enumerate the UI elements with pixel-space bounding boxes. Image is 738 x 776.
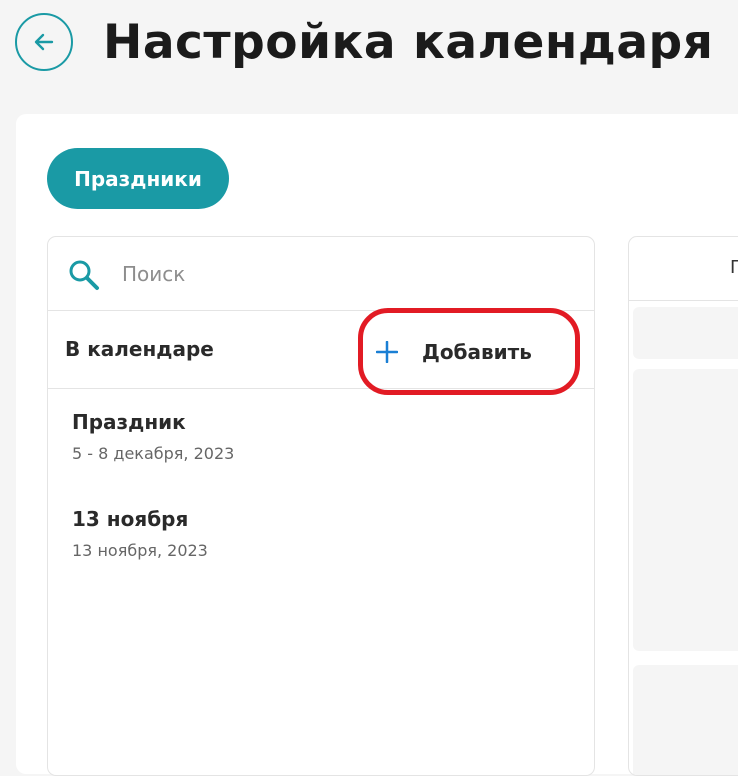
details-panel: П bbox=[628, 236, 738, 776]
holiday-title: Праздник bbox=[72, 410, 186, 434]
details-block bbox=[633, 665, 738, 775]
details-block bbox=[633, 307, 738, 359]
arrow-left-icon bbox=[34, 33, 54, 51]
details-header-text: П bbox=[730, 257, 738, 278]
holiday-list-item[interactable]: Праздник 5 - 8 декабря, 2023 bbox=[72, 409, 234, 464]
tab-holidays[interactable]: Праздники bbox=[47, 148, 229, 209]
search-input[interactable] bbox=[122, 255, 562, 293]
holidays-panel: В календаре Добавить Праздник 5 - 8 дека… bbox=[47, 236, 595, 776]
holiday-date: 5 - 8 декабря, 2023 bbox=[72, 444, 235, 463]
add-holiday-button[interactable]: Добавить bbox=[376, 335, 532, 369]
holiday-list-item[interactable]: 13 ноября 13 ноября, 2023 bbox=[72, 506, 208, 561]
holiday-date: 13 ноября, 2023 bbox=[72, 541, 208, 560]
plus-icon bbox=[376, 341, 398, 363]
calendar-section-header: В календаре Добавить bbox=[48, 311, 594, 389]
details-header: П bbox=[629, 237, 738, 301]
add-button-label: Добавить bbox=[422, 340, 532, 364]
section-label: В календаре bbox=[65, 337, 214, 361]
holiday-title: 13 ноября bbox=[72, 507, 189, 531]
search-icon bbox=[69, 260, 99, 290]
back-button[interactable] bbox=[15, 13, 73, 71]
page-title: Настройка календаря bbox=[103, 15, 714, 70]
details-block bbox=[633, 369, 738, 651]
search-bar bbox=[48, 237, 594, 311]
